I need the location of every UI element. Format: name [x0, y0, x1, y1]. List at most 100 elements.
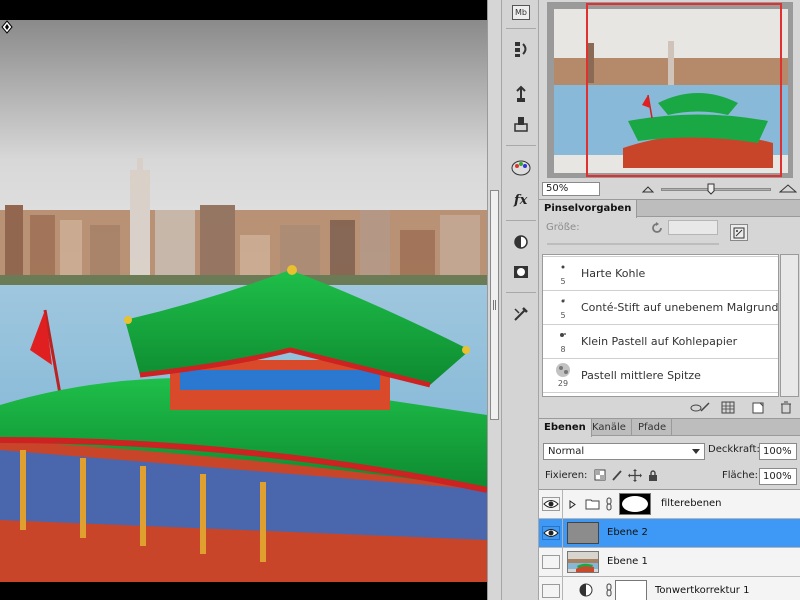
brush-panel-toggle-button[interactable]: [730, 224, 748, 241]
brush-panel-grid-icon[interactable]: [721, 401, 735, 414]
brush-panel-icon: [733, 227, 745, 238]
opacity-field[interactable]: 100%: [759, 443, 797, 460]
visibility-toggle[interactable]: [542, 584, 560, 598]
mini-bridge-label: Mb: [512, 4, 530, 20]
photoshop-window: Mb fx 50% Pinselvorgaben Größe: 5 Harte …: [0, 0, 800, 600]
brush-name: Harte Kohle: [581, 267, 646, 280]
lock-pixels-brush-icon[interactable]: [611, 469, 623, 482]
brush-size-field[interactable]: [668, 220, 718, 235]
svg-text:fx: fx: [513, 193, 528, 208]
lock-label: Fixieren:: [545, 470, 588, 481]
brush-name: Conté-Stift auf unebenem Malgrund: [581, 301, 779, 314]
brush-size-slider[interactable]: [547, 243, 719, 245]
lock-all-icon[interactable]: [647, 469, 659, 482]
chevron-down-icon: [692, 449, 700, 454]
new-preset-icon[interactable]: [751, 401, 765, 414]
layer-row[interactable]: filterebenen: [539, 490, 800, 519]
adjustment-layer-icon: [579, 583, 593, 597]
tab-channels[interactable]: Kanäle: [587, 419, 632, 436]
brush-list-scrollbar[interactable]: [780, 254, 799, 397]
swatches-icon[interactable]: [508, 156, 534, 180]
brush-presets-tabrow: Pinselvorgaben: [539, 200, 800, 218]
row-separator: [562, 519, 563, 548]
blend-mode-value: Normal: [548, 446, 585, 457]
brush-name: Klein Pastell auf Kohlepapier: [581, 335, 738, 348]
layer-row[interactable]: Ebene 2: [539, 519, 800, 548]
list-item[interactable]: 5 Harte Kohle: [543, 257, 778, 291]
list-item[interactable]: 5 Conté-Stift auf unebenem Malgrund: [543, 291, 779, 325]
navigator-panel: 50%: [539, 0, 800, 198]
canvas-top-margin: [0, 0, 487, 20]
brush-size: 5: [560, 277, 566, 286]
brush-tip-icon: [561, 299, 565, 303]
trash-icon[interactable]: [779, 401, 793, 414]
toggle-hard-brush-icon[interactable]: [689, 401, 711, 414]
history-icon[interactable]: [508, 37, 534, 61]
masks-icon[interactable]: [508, 260, 534, 284]
eye-icon: [543, 529, 559, 537]
layer-list[interactable]: filterebenen Ebene 2 Ebene 1 Tonwertkorr…: [539, 489, 800, 600]
row-separator: [562, 548, 563, 577]
brush-preset-list[interactable]: 23 5 Harte Kohle 5 Conté-Stift auf unebe…: [542, 254, 779, 397]
brush-size-label: Größe:: [546, 222, 580, 233]
actions-icon[interactable]: [508, 82, 534, 106]
navigator-zoom-slider[interactable]: [661, 188, 771, 191]
scrollbar-grip: [493, 300, 496, 310]
dock-separator: [506, 292, 536, 293]
list-item[interactable]: 29 Pastell mittlere Spitze: [543, 359, 778, 393]
layer-name[interactable]: filterebenen: [661, 498, 722, 509]
tab-brush-presets[interactable]: Pinselvorgaben: [539, 200, 638, 218]
panel-dock-icons: Mb fx: [501, 0, 539, 600]
lock-position-move-icon[interactable]: [628, 469, 642, 482]
tab-layers[interactable]: Ebenen: [539, 419, 592, 437]
styles-icon[interactable]: fx: [508, 187, 534, 211]
eye-icon: [543, 500, 559, 508]
layer-row[interactable]: Tonwertkorrektur 1: [539, 577, 800, 600]
tool-presets-icon[interactable]: [508, 112, 534, 136]
dock-separator: [506, 28, 536, 29]
brush-presets-panel: Pinselvorgaben Größe: 23 5 Harte Kohle: [539, 199, 800, 416]
navigator-preview[interactable]: [547, 2, 793, 178]
layer-thumbnail[interactable]: [567, 551, 599, 573]
layers-tabrow: Ebenen Kanäle Pfade: [539, 419, 800, 437]
visibility-toggle[interactable]: [542, 497, 560, 511]
chain-link-icon[interactable]: [605, 497, 613, 511]
canvas-vertical-scrollbar[interactable]: [487, 0, 501, 600]
brush-panel-footer: [539, 399, 800, 417]
reset-size-icon[interactable]: [650, 221, 664, 235]
row-separator: [562, 577, 563, 600]
visibility-toggle[interactable]: [542, 526, 560, 540]
layer-mask-thumbnail[interactable]: [615, 580, 647, 600]
visibility-toggle[interactable]: [542, 555, 560, 569]
lock-transparency-icon[interactable]: [594, 469, 606, 482]
zoom-slider-knob[interactable]: [707, 183, 715, 195]
dock-separator: [506, 145, 536, 146]
expand-arrow-icon[interactable]: [569, 500, 576, 509]
opacity-label: Deckkraft:: [708, 444, 760, 455]
layer-name[interactable]: Ebene 2: [607, 527, 648, 538]
layer-name[interactable]: Ebene 1: [607, 556, 648, 567]
blend-mode-select[interactable]: Normal: [543, 443, 705, 460]
layer-row[interactable]: Ebene 1: [539, 548, 800, 577]
navigator-view-frame[interactable]: [586, 3, 782, 177]
canvas-bottom-margin: [0, 582, 487, 600]
zoom-out-icon[interactable]: [641, 183, 655, 193]
layer-name[interactable]: Tonwertkorrektur 1: [655, 585, 749, 596]
navigator-zoom-field[interactable]: 50%: [542, 182, 600, 196]
row-separator: [562, 490, 563, 519]
zoom-in-icon[interactable]: [779, 183, 797, 193]
list-item[interactable]: 8 Klein Pastell auf Kohlepapier: [543, 325, 778, 359]
brush-size: 8: [560, 345, 566, 354]
layer-mask-thumbnail[interactable]: [619, 493, 651, 515]
mini-bridge-icon[interactable]: Mb: [508, 0, 534, 24]
brush-settings-icon[interactable]: [508, 302, 534, 326]
tab-paths[interactable]: Pfade: [633, 419, 673, 436]
chain-link-icon[interactable]: [605, 583, 613, 597]
layer-thumbnail[interactable]: [567, 522, 599, 544]
adjustments-icon[interactable]: [508, 230, 534, 254]
brush-size: 29: [557, 379, 569, 388]
document-canvas[interactable]: [0, 0, 487, 600]
panels-column: 50% Pinselvorgaben Größe: 23: [539, 0, 800, 600]
canvas-artwork[interactable]: [0, 20, 487, 582]
fill-field[interactable]: 100%: [759, 468, 797, 485]
